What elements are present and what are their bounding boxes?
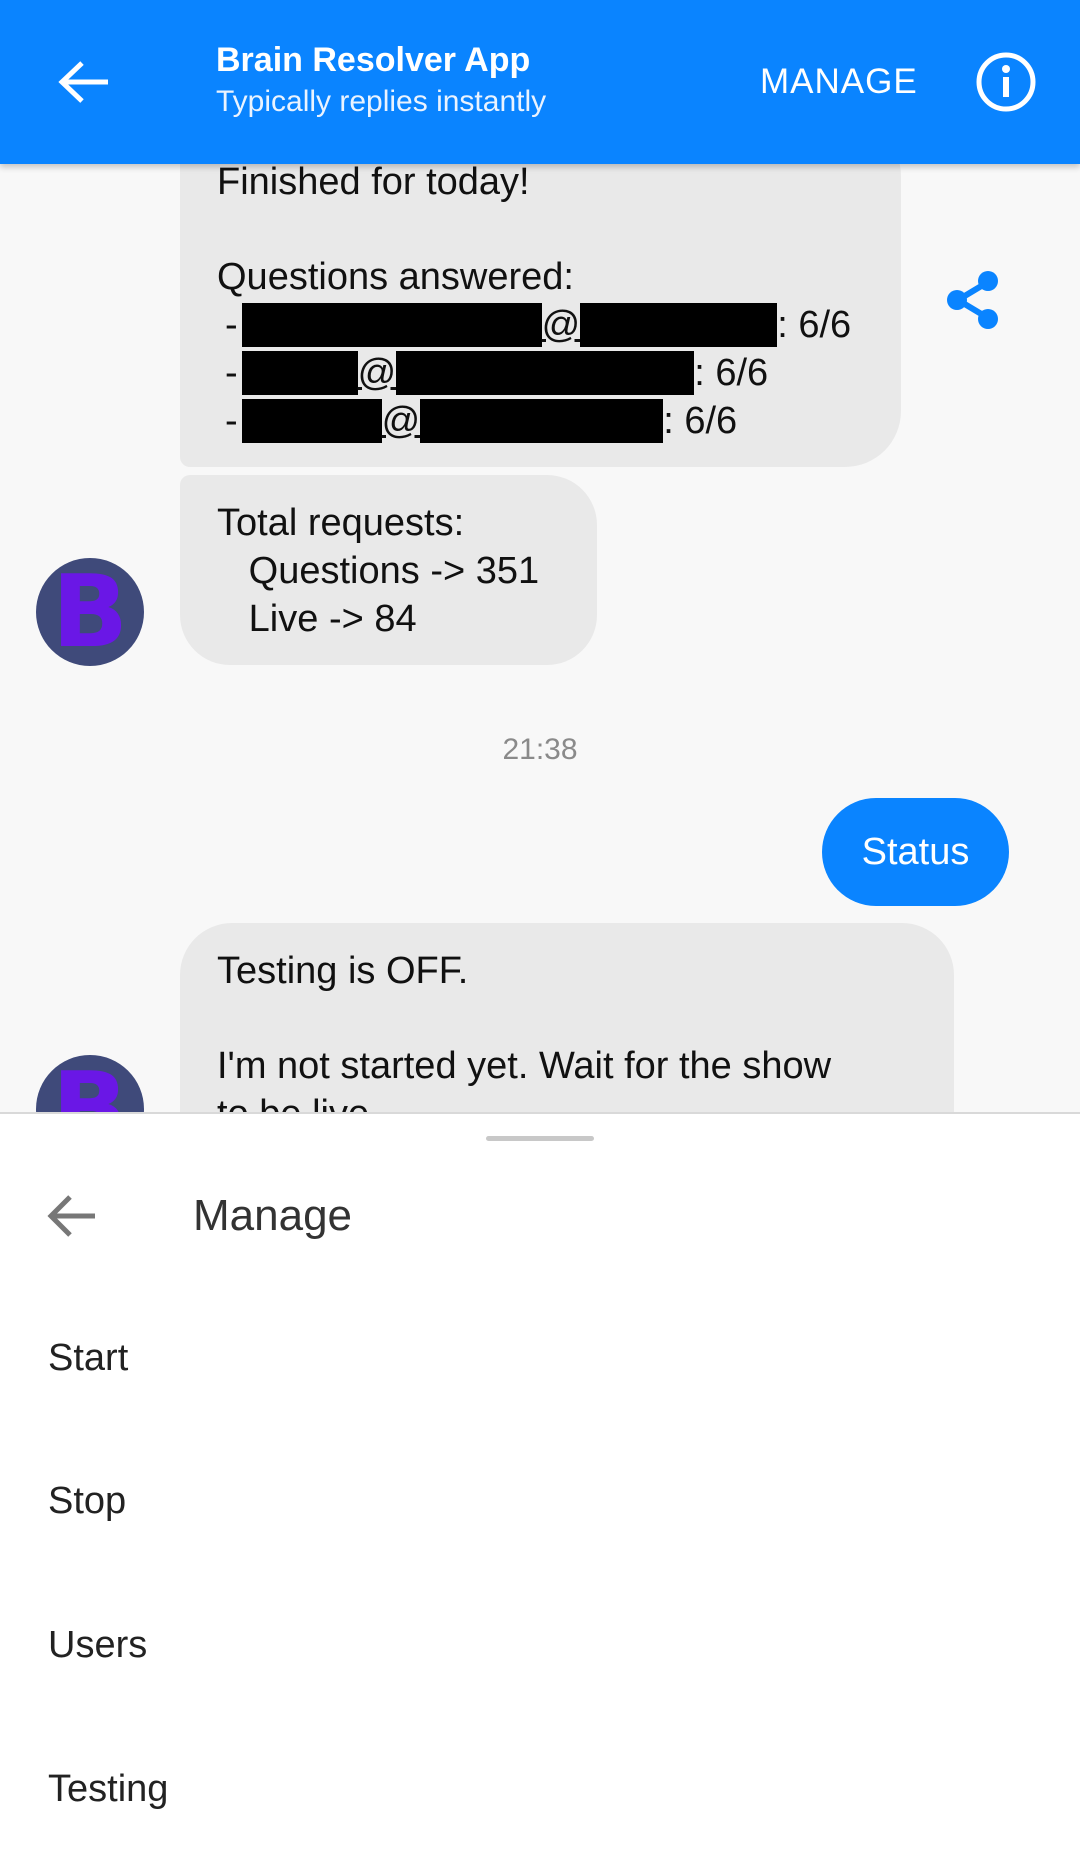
menu-item-label: Users xyxy=(48,1624,148,1666)
bot-message-testing: Testing is OFF. I'm not started yet. Wai… xyxy=(180,923,954,1112)
avatar-letter: B xyxy=(52,1055,128,1112)
avatar-letter: B xyxy=(51,558,129,666)
sheet-title: Manage xyxy=(193,1191,353,1240)
menu-item-label: Testing xyxy=(48,1768,169,1810)
row-dash: - xyxy=(225,400,238,442)
message-line: Finished for today! xyxy=(217,161,530,203)
bot-avatar[interactable]: B xyxy=(36,1055,144,1112)
chat-thread: Finished for today! Questions answered: … xyxy=(0,0,1080,1112)
conversation-title-block[interactable]: Brain Resolver App Typically replies ins… xyxy=(216,40,546,124)
message-line: Live -> 84 xyxy=(217,598,417,640)
message-line: I'm not started yet. Wait for the show xyxy=(217,1045,832,1087)
menu-item-label: Start xyxy=(48,1337,129,1379)
redacted-block xyxy=(241,399,382,443)
message-timestamp: 21:38 xyxy=(502,733,578,766)
row-at-sign: @ xyxy=(541,304,581,346)
row-score: : 6/6 xyxy=(663,400,738,442)
redacted-block xyxy=(580,303,778,347)
row-at-sign: @ xyxy=(381,400,421,442)
row-score: : 6/6 xyxy=(694,352,769,394)
bot-avatar[interactable]: B xyxy=(36,558,144,666)
row-at-sign: @ xyxy=(357,352,397,394)
arrow-left-icon[interactable] xyxy=(54,52,114,112)
sheet-drag-handle[interactable] xyxy=(486,1136,594,1141)
manage-button[interactable]: MANAGE xyxy=(760,60,918,104)
redacted-block xyxy=(241,303,542,347)
conversation-subtitle: Typically replies instantly xyxy=(216,85,547,118)
message-line: Total requests: xyxy=(217,502,465,544)
message-text: Status xyxy=(861,830,970,873)
menu-item-stop[interactable]: Stop xyxy=(0,1441,1080,1561)
redacted-block xyxy=(396,351,695,395)
answered-row: - @ : 6/6 xyxy=(217,349,901,397)
redacted-block xyxy=(241,351,358,395)
answered-row: - @ : 6/6 xyxy=(217,397,901,445)
menu-item-testing[interactable]: Testing xyxy=(0,1729,1080,1849)
conversation-title: Brain Resolver App xyxy=(216,41,531,79)
row-dash: - xyxy=(225,352,238,394)
answered-row: - @ : 6/6 xyxy=(217,301,901,349)
menu-item-start[interactable]: Start xyxy=(0,1298,1080,1418)
message-line: Questions answered: xyxy=(217,256,574,298)
user-message-status: Status xyxy=(822,798,1009,906)
bot-message-total-requests: Total requests: Questions -> 351 Live ->… xyxy=(180,475,597,665)
arrow-left-icon[interactable] xyxy=(44,1188,100,1244)
manage-bottom-sheet: Manage Start Stop Users Testing xyxy=(0,1112,1080,1859)
row-score: : 6/6 xyxy=(777,304,852,346)
message-line: Questions -> 351 xyxy=(217,550,540,592)
row-dash: - xyxy=(225,304,238,346)
menu-item-users[interactable]: Users xyxy=(0,1585,1080,1705)
app-header: Brain Resolver App Typically replies ins… xyxy=(0,0,1080,164)
message-line: to be live... xyxy=(217,1090,954,1112)
info-circle-icon[interactable] xyxy=(974,50,1038,114)
share-icon[interactable] xyxy=(944,268,1004,332)
bot-message-finished: Finished for today! Questions answered: … xyxy=(180,120,901,467)
menu-item-label: Stop xyxy=(48,1480,127,1522)
redacted-block xyxy=(420,399,664,443)
message-line: Testing is OFF. xyxy=(217,950,469,992)
